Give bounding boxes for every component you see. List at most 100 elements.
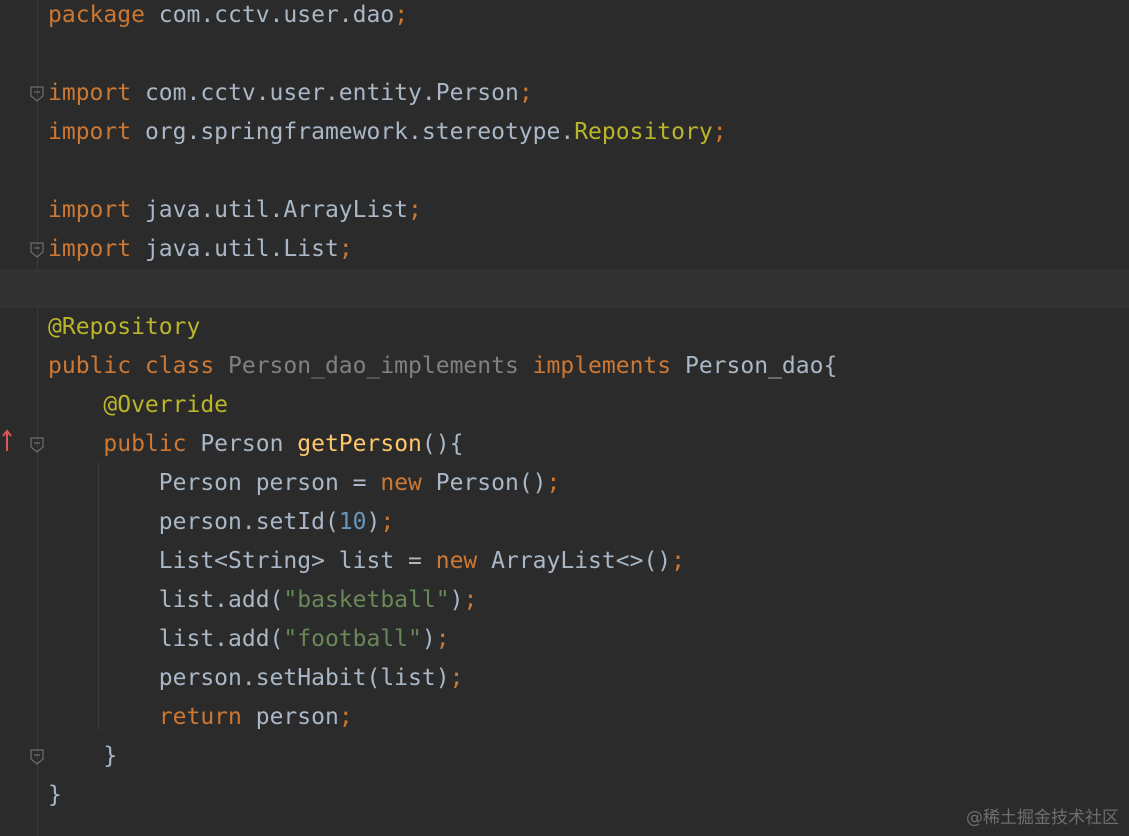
code-line[interactable]: public Person getPerson(){ xyxy=(0,425,1129,464)
fold-marker-icon[interactable] xyxy=(30,242,44,258)
code-text: } xyxy=(48,737,117,776)
code-token: package xyxy=(48,2,159,28)
code-token: } xyxy=(48,782,62,808)
code-token: Repository xyxy=(574,119,713,145)
code-line[interactable] xyxy=(0,269,1129,308)
code-token: @Override xyxy=(103,392,229,418)
code-text: list.add("football"); xyxy=(48,620,450,659)
code-text: public Person getPerson(){ xyxy=(48,425,463,464)
code-line[interactable]: } xyxy=(0,737,1129,776)
code-text: @Repository xyxy=(48,308,200,347)
code-token: return xyxy=(158,704,256,730)
code-token: @Repository xyxy=(48,314,201,340)
code-text: public class Person_dao_implements imple… xyxy=(48,347,837,386)
code-token: ; xyxy=(712,119,727,145)
code-line[interactable]: import java.util.ArrayList; xyxy=(0,191,1129,230)
code-token: ; xyxy=(380,509,395,535)
code-token: } xyxy=(48,743,118,769)
code-editor[interactable]: package com.cctv.user.dao; import com.cct… xyxy=(0,0,1129,836)
code-text: import com.cctv.user.entity.Person; xyxy=(48,74,533,113)
code-token: ; xyxy=(671,548,685,574)
code-token: person xyxy=(255,704,339,730)
code-token: (){ xyxy=(421,431,464,457)
code-token: List<String> list = xyxy=(48,548,436,574)
code-line[interactable]: @Repository xyxy=(0,308,1129,347)
code-text: import java.util.List; xyxy=(48,230,353,269)
code-token: ; xyxy=(338,236,353,262)
fold-marker-icon[interactable] xyxy=(30,437,44,453)
code-token: ; xyxy=(435,626,450,652)
code-line[interactable]: } xyxy=(0,776,1129,815)
code-text: person.setId(10); xyxy=(48,503,394,542)
code-line[interactable] xyxy=(0,152,1129,191)
code-token: Person person = xyxy=(48,470,381,496)
code-line[interactable]: List<String> list = new ArrayList<>(); xyxy=(0,542,1129,581)
override-arrow-icon[interactable] xyxy=(1,427,15,453)
code-token: new xyxy=(380,470,436,496)
code-token: Person_dao_implements xyxy=(228,353,533,379)
code-line[interactable]: @Override xyxy=(0,386,1129,425)
code-token: Person xyxy=(200,431,298,457)
code-text: import org.springframework.stereotype.Re… xyxy=(48,113,727,152)
code-token: ; xyxy=(338,704,353,730)
code-text: } xyxy=(48,776,62,815)
code-line[interactable]: Person person = new Person(); xyxy=(0,464,1129,503)
code-token: person.setHabit(list) xyxy=(48,665,450,691)
code-token: new xyxy=(435,548,492,574)
code-token: ; xyxy=(463,587,478,613)
code-line[interactable]: import com.cctv.user.entity.Person; xyxy=(0,74,1129,113)
code-text: person.setHabit(list); xyxy=(48,659,464,698)
code-token: ; xyxy=(518,80,533,106)
code-text: Person person = new Person(); xyxy=(48,464,561,503)
code-token: ) xyxy=(366,509,381,535)
code-text: package com.cctv.user.dao; xyxy=(48,0,408,35)
code-line[interactable]: list.add("basketball"); xyxy=(0,581,1129,620)
code-line[interactable]: list.add("football"); xyxy=(0,620,1129,659)
code-token: public xyxy=(103,431,201,457)
code-token: implements xyxy=(532,353,685,379)
fold-marker-icon[interactable] xyxy=(30,86,44,102)
code-token: ; xyxy=(408,197,422,223)
code-text: return person; xyxy=(48,698,353,737)
code-token: com.cctv.user.entity.Person xyxy=(144,80,519,106)
code-token: "football" xyxy=(283,626,422,652)
code-text: import java.util.ArrayList; xyxy=(48,191,422,230)
code-token: import xyxy=(48,236,145,262)
code-token: com.cctv.user.dao xyxy=(158,2,395,28)
code-token: Person_dao{ xyxy=(684,353,838,379)
code-token: public class xyxy=(48,353,229,379)
code-token: person.setId( xyxy=(48,509,339,535)
code-token: java.util.ArrayList xyxy=(144,197,409,223)
code-token: ) xyxy=(449,587,464,613)
code-line[interactable]: person.setHabit(list); xyxy=(0,659,1129,698)
code-line[interactable]: import java.util.List; xyxy=(0,230,1129,269)
watermark: @稀土掘金技术社区 xyxy=(966,808,1119,828)
code-token: Person() xyxy=(435,470,547,496)
code-line[interactable] xyxy=(0,35,1129,74)
code-token: org.springframework.stereotype. xyxy=(144,119,575,145)
code-token: "basketball" xyxy=(283,587,450,613)
code-token: list.add( xyxy=(48,587,284,613)
code-token: ArrayList<>() xyxy=(491,548,672,574)
fold-marker-icon[interactable] xyxy=(30,749,44,765)
code-token: import xyxy=(48,119,145,145)
code-text: list.add("basketball"); xyxy=(48,581,478,620)
code-line[interactable]: package com.cctv.user.dao; xyxy=(0,0,1129,35)
code-text: @Override xyxy=(48,386,228,425)
code-line[interactable]: public class Person_dao_implements imple… xyxy=(0,347,1129,386)
code-token: getPerson xyxy=(297,431,422,457)
code-token: import xyxy=(48,197,145,223)
code-line[interactable]: return person; xyxy=(0,698,1129,737)
code-text: List<String> list = new ArrayList<>(); xyxy=(48,542,685,581)
code-token: import xyxy=(48,80,145,106)
code-line[interactable]: import org.springframework.stereotype.Re… xyxy=(0,113,1129,152)
code-line[interactable]: person.setId(10); xyxy=(0,503,1129,542)
code-token: java.util.List xyxy=(144,236,339,262)
code-token: list.add( xyxy=(48,626,284,652)
code-token: 10 xyxy=(338,509,367,535)
code-token: ; xyxy=(394,2,409,28)
code-token: ; xyxy=(546,470,561,496)
